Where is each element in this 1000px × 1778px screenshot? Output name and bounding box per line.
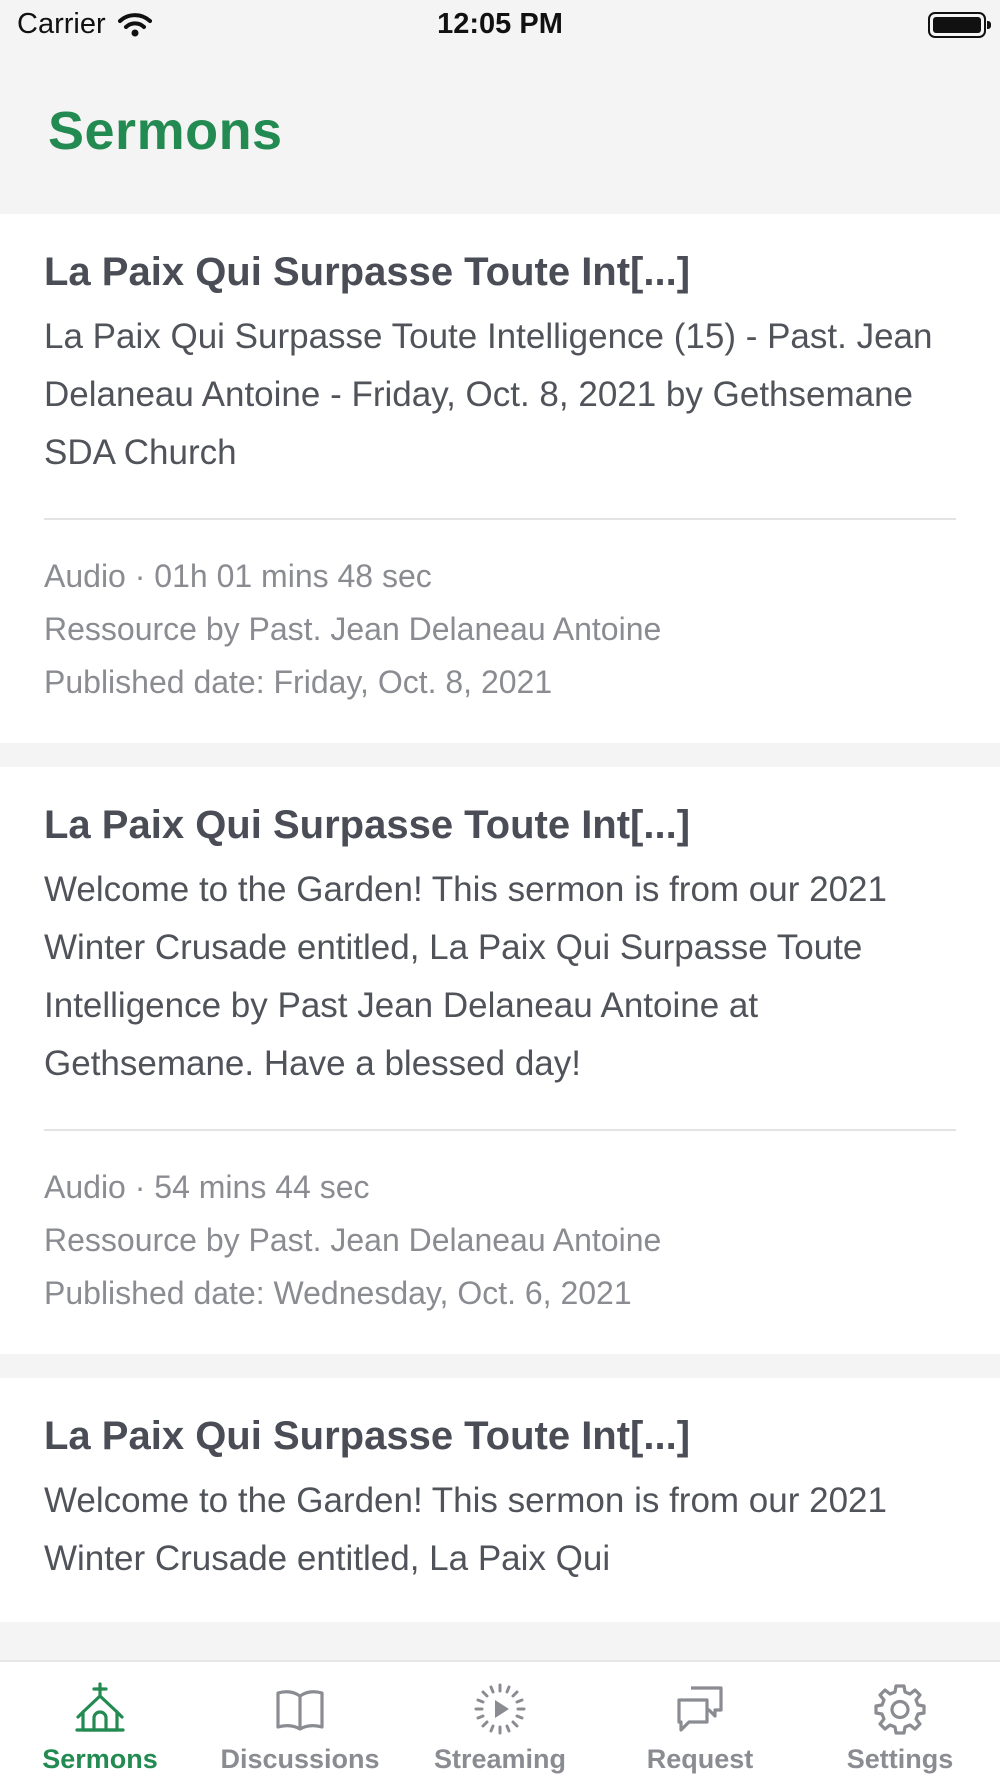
status-time: 12:05 PM — [437, 8, 563, 40]
divider — [44, 518, 956, 520]
status-bar: Carrier 12:05 PM — [0, 0, 1000, 52]
sermon-type-duration: Audio · 54 mins 44 sec — [44, 1169, 370, 1205]
tab-bar: Sermons Discussions Streaming Request Se… — [0, 1660, 1000, 1778]
sermon-resource-by: Ressource by Past. Jean Delaneau Antoine — [44, 1222, 662, 1258]
tab-label: Streaming — [433, 1744, 567, 1774]
page-title: Sermons — [48, 101, 283, 161]
navigation-header: Sermons — [0, 52, 1000, 214]
sermon-type-duration: Audio · 01h 01 mins 48 sec — [44, 558, 432, 594]
tab-label: Discussions — [220, 1744, 380, 1774]
sermon-title: La Paix Qui Surpasse Toute Int[...] — [44, 803, 691, 847]
sermon-resource-by: Ressource by Past. Jean Delaneau Antoine — [44, 611, 662, 647]
tab-label: Settings — [846, 1744, 954, 1774]
battery-icon — [928, 12, 991, 38]
book-icon — [276, 1690, 324, 1731]
sermon-description: La Paix Qui Surpasse Toute Intelligence … — [44, 317, 933, 472]
tab-label: Sermons — [42, 1744, 158, 1774]
sermon-title: La Paix Qui Surpasse Toute Int[...] — [44, 250, 691, 294]
tab-discussions[interactable]: Discussions — [200, 1662, 400, 1778]
sermon-published-date: Published date: Wednesday, Oct. 6, 2021 — [44, 1275, 632, 1311]
sermon-description: Welcome to the Garden! This sermon is fr… — [44, 1481, 887, 1578]
tab-streaming[interactable]: Streaming — [400, 1662, 600, 1778]
tab-settings[interactable]: Settings — [800, 1662, 1000, 1778]
tab-sermons[interactable]: Sermons — [0, 1662, 200, 1778]
sermon-published-date: Published date: Friday, Oct. 8, 2021 — [44, 664, 553, 700]
sermon-list[interactable]: La Paix Qui Surpasse Toute Int[...] La P… — [0, 214, 1000, 1660]
gear-icon — [874, 1684, 926, 1735]
tab-label: Request — [646, 1744, 754, 1774]
sermon-card[interactable]: La Paix Qui Surpasse Toute Int[...] Welc… — [0, 1378, 1000, 1622]
sermon-title: La Paix Qui Surpasse Toute Int[...] — [44, 1414, 691, 1458]
sermon-card[interactable]: La Paix Qui Surpasse Toute Int[...] Welc… — [0, 767, 1000, 1354]
tab-request[interactable]: Request — [600, 1662, 800, 1778]
divider — [44, 1129, 956, 1131]
sermon-card[interactable]: La Paix Qui Surpasse Toute Int[...] La P… — [0, 214, 1000, 743]
chat-bubbles-icon — [677, 1686, 723, 1732]
play-icon — [474, 1683, 526, 1735]
church-icon — [75, 1682, 125, 1732]
sermon-description: Welcome to the Garden! This sermon is fr… — [44, 870, 887, 1083]
